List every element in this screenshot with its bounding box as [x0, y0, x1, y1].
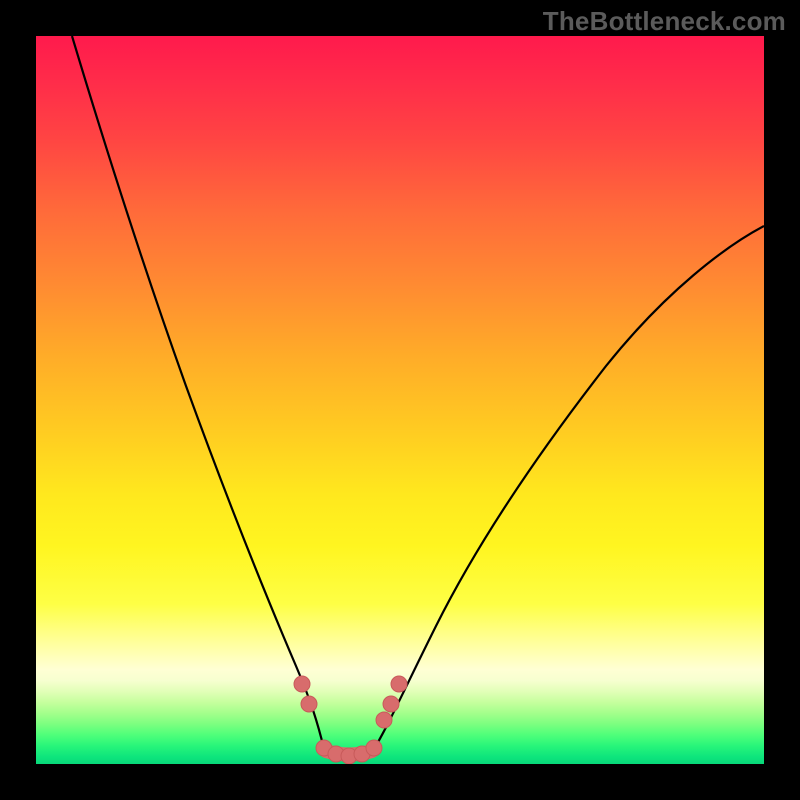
- marker-dot: [383, 696, 399, 712]
- left-curve-line: [72, 36, 324, 749]
- marker-dot: [366, 740, 382, 756]
- marker-dot: [376, 712, 392, 728]
- watermark-text: TheBottleneck.com: [543, 6, 786, 37]
- marker-dot: [294, 676, 310, 692]
- chart-svg: [36, 36, 764, 764]
- chart-frame: TheBottleneck.com: [0, 0, 800, 800]
- marker-dot: [391, 676, 407, 692]
- marker-dot: [301, 696, 317, 712]
- plot-area: [36, 36, 764, 764]
- right-curve-line: [374, 226, 764, 749]
